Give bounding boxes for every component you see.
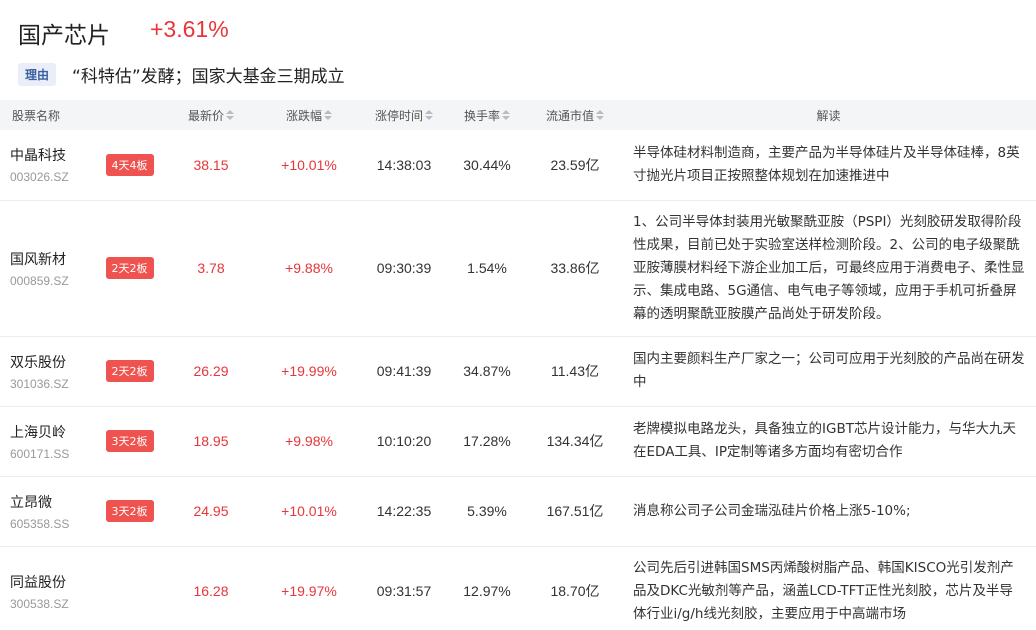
- stock-name[interactable]: 中晶科技: [10, 145, 92, 165]
- turnover-cell: 12.97%: [463, 583, 511, 599]
- stock-name[interactable]: 上海贝岭: [10, 422, 92, 442]
- stock-cell[interactable]: 同益股份 300538.SZ: [0, 546, 92, 630]
- table-row[interactable]: 立昂微 605358.SS 3天2板 24.95 +10.01% 14:22:3…: [0, 476, 1036, 546]
- stock-name[interactable]: 国风新材: [10, 249, 92, 269]
- stock-code: 003026.SZ: [10, 170, 69, 185]
- price-cell: 26.29: [193, 363, 229, 379]
- market-cap-cell: 167.51亿: [546, 503, 604, 519]
- badge-cell: 2天2板: [92, 200, 167, 336]
- col-header-turnover-label: 换手率: [463, 108, 500, 123]
- limit-time-cell: 09:41:39: [376, 363, 432, 379]
- sort-icon[interactable]: [425, 110, 433, 122]
- col-header-market-cap-label: 流通市值: [545, 108, 594, 123]
- stock-code: 000859.SZ: [10, 273, 69, 288]
- badge-cell: 2天2板: [92, 336, 167, 406]
- turnover-cell: 5.39%: [467, 503, 507, 519]
- col-header-turnover[interactable]: 换手率: [445, 100, 529, 130]
- market-cap-cell: 11.43亿: [551, 363, 599, 379]
- stock-cell[interactable]: 立昂微 605358.SS: [0, 476, 92, 546]
- note-cell: 老牌模拟电路龙头，具备独立的IGBT芯片设计能力，与华大九天在EDA工具、IP定…: [633, 421, 1016, 460]
- stock-code: 605358.SS: [10, 516, 70, 531]
- limit-time-cell: 09:31:57: [376, 583, 432, 599]
- change-cell: +19.97%: [281, 583, 337, 599]
- col-header-change-label: 涨跌幅: [285, 108, 322, 123]
- market-cap-cell: 134.34亿: [546, 433, 604, 449]
- badge-cell: 3天2板: [92, 476, 167, 546]
- col-header-price[interactable]: 最新价: [167, 100, 255, 130]
- market-cap-cell: 18.70亿: [550, 583, 600, 599]
- note-cell: 消息称公司子公司金瑞泓硅片价格上涨5-10%;: [633, 502, 911, 519]
- stock-cell[interactable]: 双乐股份 301036.SZ: [0, 336, 92, 406]
- limit-time-cell: 14:38:03: [376, 156, 432, 173]
- change-cell: +10.01%: [281, 503, 337, 519]
- limit-badge: 3天2板: [105, 430, 154, 452]
- table-header-row: 股票名称 最新价 涨跌幅 涨停时间 换手率 流通市值 解读: [0, 100, 1036, 130]
- turnover-cell: 34.87%: [463, 363, 511, 379]
- change-cell: +9.98%: [285, 433, 333, 449]
- limit-time-cell: 09:30:39: [376, 260, 432, 276]
- change-cell: +9.88%: [285, 260, 333, 276]
- col-header-limit-time[interactable]: 涨停时间: [363, 100, 445, 130]
- price-cell: 18.95: [193, 433, 229, 449]
- price-cell: 24.95: [193, 503, 229, 519]
- stock-code: 301036.SZ: [10, 376, 69, 391]
- table-row[interactable]: 中晶科技 003026.SZ 4天4板 38.15 +10.01% 14:38:…: [0, 130, 1036, 200]
- table-row[interactable]: 国风新材 000859.SZ 2天2板 3.78 +9.88% 09:30:39…: [0, 200, 1036, 336]
- sort-icon[interactable]: [596, 110, 604, 122]
- col-header-badge: [92, 100, 167, 130]
- change-cell: +19.99%: [281, 363, 337, 379]
- sector-title: 国产芯片: [18, 23, 110, 49]
- change-cell: +10.01%: [281, 156, 337, 173]
- limit-time-cell: 10:10:20: [376, 433, 432, 449]
- stock-code: 600171.SS: [10, 446, 70, 461]
- stock-name[interactable]: 双乐股份: [10, 352, 92, 372]
- note-cell: 半导体硅材料制造商，主要产品为半导体硅片及半导体硅棒，8英寸抛光片项目正按照整体…: [633, 144, 1020, 184]
- stock-name[interactable]: 同益股份: [10, 572, 92, 592]
- sector-header: 国产芯片 +3.61% 理由 “科特估”发酵；国家大基金三期成立: [0, 0, 1036, 100]
- col-header-name: 股票名称: [12, 108, 61, 123]
- note-cell: 1、公司半导体封装用光敏聚酰亚胺（PSPI）光刻胶研发取得阶段性成果，目前已处于…: [633, 213, 1025, 322]
- col-header-price-label: 最新价: [187, 108, 224, 123]
- col-header-limit-time-label: 涨停时间: [374, 108, 423, 123]
- market-cap-cell: 33.86亿: [550, 260, 600, 276]
- limit-badge: 2天2板: [105, 257, 154, 279]
- col-header-note: 解读: [816, 108, 841, 123]
- stock-cell[interactable]: 国风新材 000859.SZ: [0, 200, 92, 336]
- price-cell: 3.78: [197, 260, 225, 276]
- market-cap-cell: 23.59亿: [550, 156, 600, 173]
- turnover-cell: 30.44%: [463, 156, 511, 173]
- turnover-cell: 17.28%: [463, 433, 511, 449]
- stock-name[interactable]: 立昂微: [10, 492, 92, 512]
- reason-text: “科特估”发酵；国家大基金三期成立: [72, 67, 345, 87]
- note-cell: 国内主要颜料生产厂家之一；公司可应用于光刻胶的产品尚在研发中: [633, 351, 1025, 390]
- stock-cell[interactable]: 中晶科技 003026.SZ: [0, 130, 92, 200]
- note-cell: 公司先后引进韩国SMS丙烯酸树脂产品、韩国KISCO光引发剂产品及DKC光敏剂等…: [633, 559, 1014, 622]
- stock-code: 300538.SZ: [10, 596, 69, 611]
- sort-icon[interactable]: [324, 110, 332, 122]
- table-row[interactable]: 双乐股份 301036.SZ 2天2板 26.29 +19.99% 09:41:…: [0, 336, 1036, 406]
- stock-table: 股票名称 最新价 涨跌幅 涨停时间 换手率 流通市值 解读 中晶科技 00302…: [0, 100, 1036, 630]
- turnover-cell: 1.54%: [467, 260, 507, 276]
- reason-row: 理由 “科特估”发酵；国家大基金三期成立: [18, 62, 345, 87]
- table-row[interactable]: 同益股份 300538.SZ 16.28 +19.97% 09:31:57 12…: [0, 546, 1036, 630]
- limit-badge: 2天2板: [105, 360, 154, 382]
- price-cell: 16.28: [193, 583, 229, 599]
- limit-time-cell: 14:22:35: [376, 503, 432, 519]
- limit-badge: 4天4板: [105, 153, 154, 176]
- table-row[interactable]: 上海贝岭 600171.SS 3天2板 18.95 +9.98% 10:10:2…: [0, 406, 1036, 476]
- badge-cell: 4天4板: [92, 130, 167, 200]
- badge-cell: 3天2板: [92, 406, 167, 476]
- stock-cell[interactable]: 上海贝岭 600171.SS: [0, 406, 92, 476]
- reason-tag: 理由: [18, 63, 57, 86]
- sort-icon[interactable]: [226, 110, 234, 122]
- sector-change-pct: +3.61%: [150, 16, 229, 42]
- limit-badge: 3天2板: [105, 500, 154, 522]
- badge-cell: [92, 546, 167, 630]
- col-header-change[interactable]: 涨跌幅: [255, 100, 363, 130]
- price-cell: 38.15: [193, 156, 229, 173]
- sort-icon[interactable]: [502, 110, 510, 122]
- col-header-market-cap[interactable]: 流通市值: [529, 100, 621, 130]
